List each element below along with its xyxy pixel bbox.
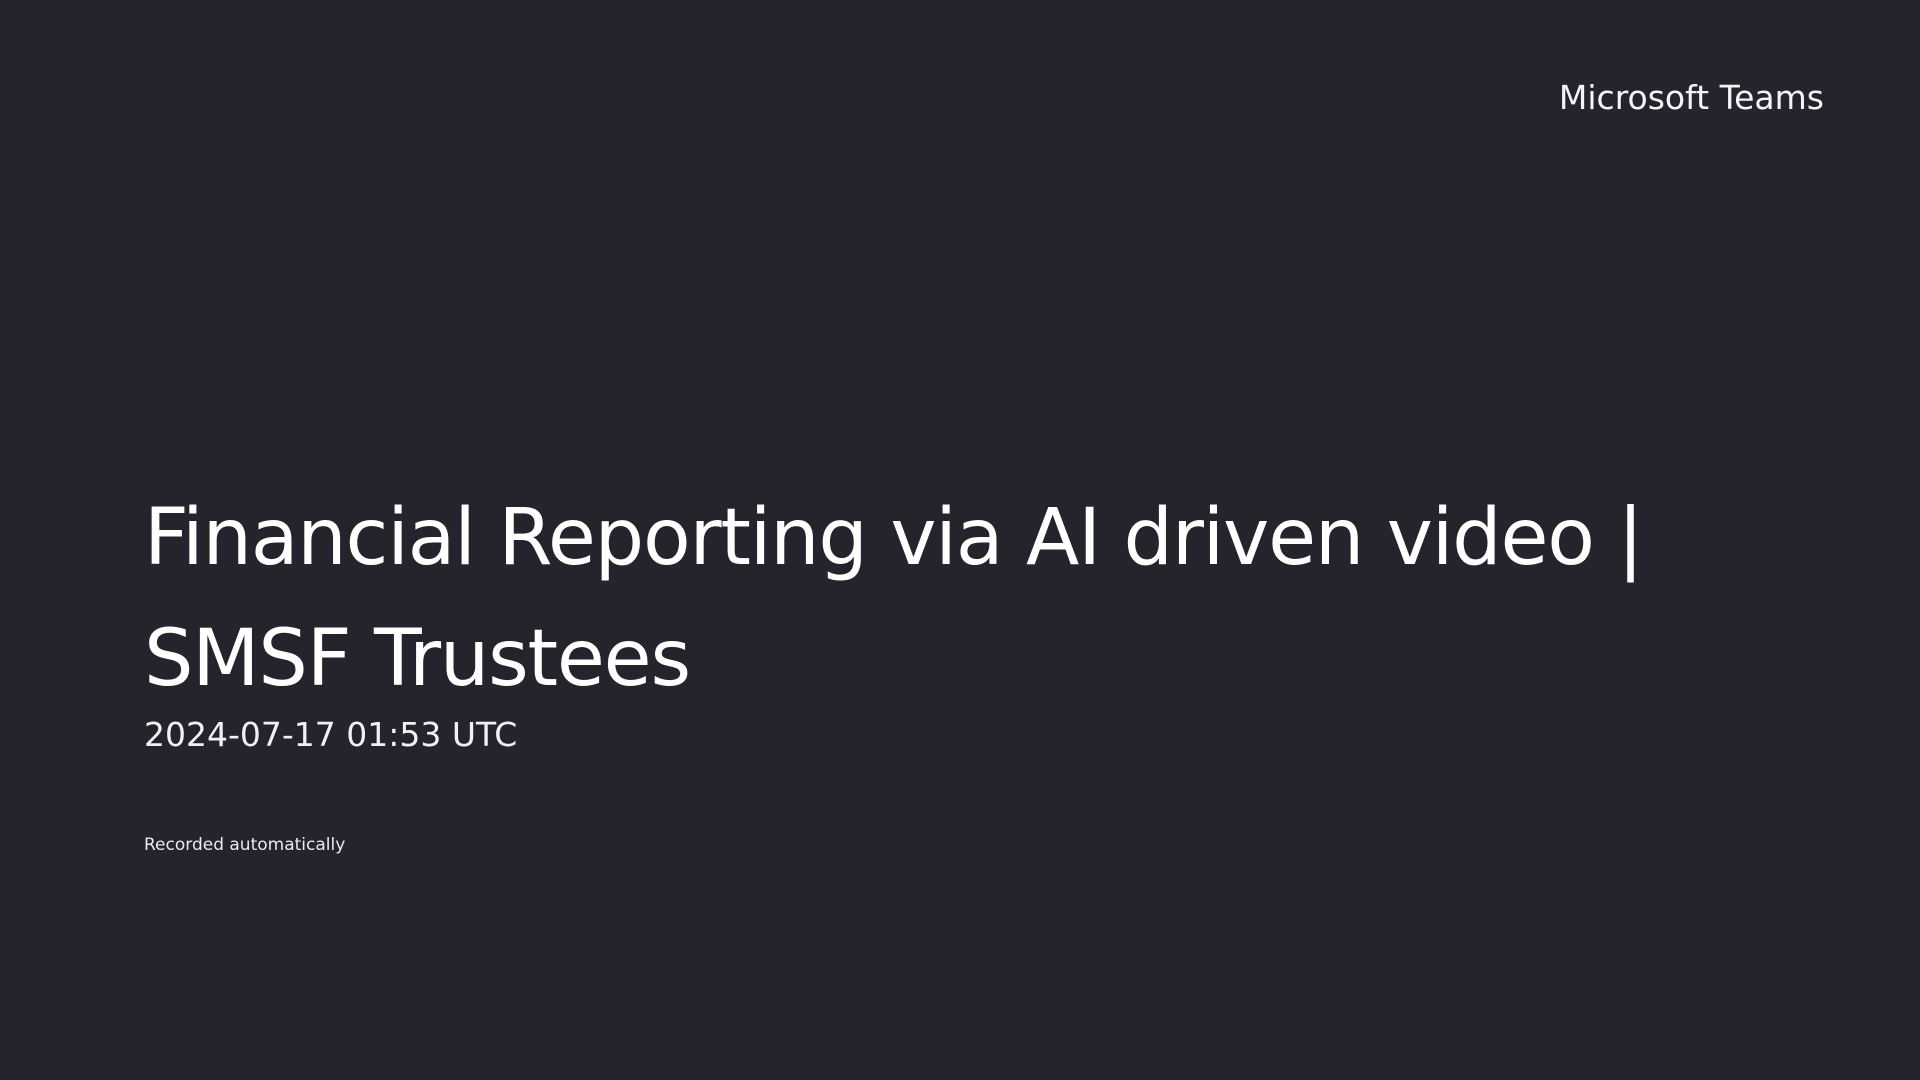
recorded-automatically-note: Recorded automatically	[144, 835, 346, 855]
microsoft-teams-label: Microsoft Teams	[1558, 78, 1824, 117]
recording-title-card: Microsoft Teams Financial Reporting via …	[0, 0, 1920, 1080]
recording-timestamp: 2024-07-17 01:53 UTC	[144, 715, 518, 754]
meeting-title: Financial Reporting via AI driven video …	[144, 493, 1644, 704]
meeting-info: Financial Reporting via AI driven video …	[144, 478, 1804, 756]
